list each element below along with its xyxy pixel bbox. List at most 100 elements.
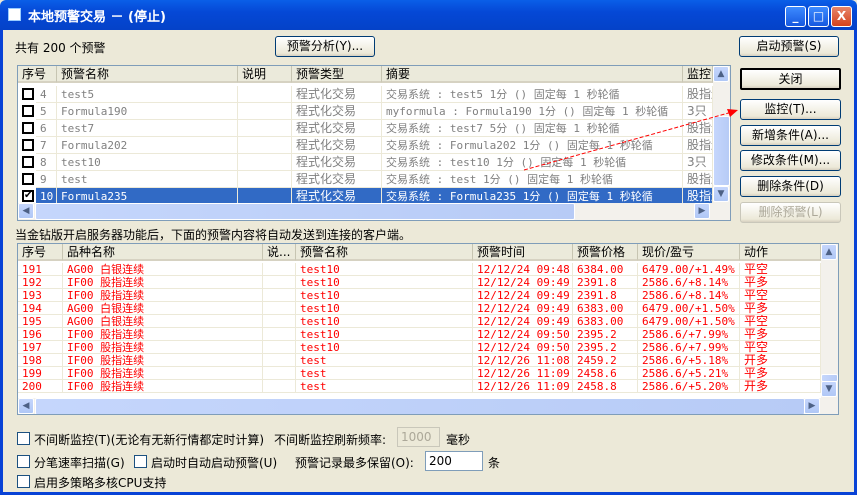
record-cell bbox=[263, 367, 296, 380]
record-cell: IF00 股指连续 bbox=[63, 328, 263, 341]
record-cell: 191 bbox=[18, 263, 63, 276]
tick-scan-label: 分笔速率扫描(G) bbox=[34, 456, 125, 470]
record-cell: IF00 股指连续 bbox=[63, 276, 263, 289]
record-cell: 平多 bbox=[740, 328, 821, 341]
record-row[interactable]: 200 IF00 股指连续 test 12/12/26 11:09 2458.8 2586… bbox=[18, 380, 821, 393]
record-cell: 6383.00 bbox=[573, 315, 638, 328]
column-header[interactable]: 预警时间 bbox=[473, 244, 573, 261]
scroll-right-icon[interactable]: ▶ bbox=[804, 398, 820, 414]
column-header[interactable]: 说... bbox=[263, 244, 296, 261]
record-cell: test10 bbox=[296, 289, 473, 302]
record-cell: 平空 bbox=[740, 341, 821, 354]
record-cell: 12/12/26 11:09 bbox=[473, 380, 573, 393]
record-cell: AG00 白银连续 bbox=[63, 263, 263, 276]
column-header[interactable]: 预警名称 bbox=[296, 244, 473, 261]
record-row[interactable]: 198 IF00 股指连续 test 12/12/26 11:08 2459.2 2586… bbox=[18, 354, 821, 367]
record-cell: 平多 bbox=[740, 302, 821, 315]
auto-start-checkbox[interactable] bbox=[134, 455, 147, 468]
record-cell: 6384.00 bbox=[573, 263, 638, 276]
record-cell: 196 bbox=[18, 328, 63, 341]
continuous-monitor-label: 不间断监控(T)(无论有无新行情都定时计算) bbox=[34, 433, 265, 447]
record-cell: 12/12/24 09:49 bbox=[473, 315, 573, 328]
record-cell: 2586.6/+5.20% bbox=[638, 380, 740, 393]
record-row[interactable]: 194 AG00 白银连续 test10 12/12/24 09:49 6383.00 6… bbox=[18, 302, 821, 315]
multicore-checkbox[interactable] bbox=[17, 475, 30, 488]
record-row[interactable]: 199 IF00 股指连续 test 12/12/26 11:09 2458.6 2586… bbox=[18, 367, 821, 380]
server-note: 当金钻版开启服务器功能后，下面的预警内容将自动发送到连接的客户端。 bbox=[15, 228, 412, 242]
record-cell bbox=[263, 302, 296, 315]
record-cell: test10 bbox=[296, 315, 473, 328]
record-cell: 12/12/24 09:50 bbox=[473, 341, 573, 354]
auto-start-label: 启动时自动启动预警(U) bbox=[151, 456, 278, 470]
record-cell: 2395.2 bbox=[573, 328, 638, 341]
keep-records-unit: 条 bbox=[488, 456, 501, 470]
refresh-unit: 毫秒 bbox=[446, 433, 471, 447]
record-cell: test10 bbox=[296, 263, 473, 276]
record-cell: IF00 股指连续 bbox=[63, 380, 263, 393]
record-cell: 2458.8 bbox=[573, 380, 638, 393]
record-cell: AG00 白银连续 bbox=[63, 315, 263, 328]
scroll-down-icon[interactable]: ▼ bbox=[821, 381, 837, 397]
record-cell: 6479.00/+1.49% bbox=[638, 263, 740, 276]
refresh-rate-input: 1000 bbox=[397, 427, 440, 447]
record-row[interactable]: 191 AG00 白银连续 test10 12/12/24 09:48 6384.00 6… bbox=[18, 263, 821, 276]
column-header[interactable]: 序号 bbox=[18, 244, 63, 261]
record-cell: 2586.6/+7.99% bbox=[638, 341, 740, 354]
column-header[interactable]: 动作 bbox=[740, 244, 821, 261]
record-cell: 2586.6/+8.14% bbox=[638, 276, 740, 289]
record-cell bbox=[263, 380, 296, 393]
scroll-up-icon[interactable]: ▲ bbox=[821, 244, 837, 260]
record-cell: 平空 bbox=[740, 263, 821, 276]
record-row[interactable]: 196 IF00 股指连续 test10 12/12/24 09:50 2395.2 25… bbox=[18, 328, 821, 341]
keep-records-input[interactable]: 200 bbox=[425, 451, 483, 471]
record-cell bbox=[263, 328, 296, 341]
record-cell: test bbox=[296, 354, 473, 367]
keep-records-label: 预警记录最多保留(O): bbox=[295, 456, 414, 470]
record-cell: 194 bbox=[18, 302, 63, 315]
hscroll-thumb[interactable] bbox=[35, 398, 805, 414]
record-cell bbox=[263, 341, 296, 354]
record-cell bbox=[263, 276, 296, 289]
record-row[interactable]: 195 AG00 白银连续 test10 12/12/24 09:49 6383.00 6… bbox=[18, 315, 821, 328]
record-cell: 2458.6 bbox=[573, 367, 638, 380]
record-cell: 平多 bbox=[740, 276, 821, 289]
continuous-monitor-checkbox[interactable] bbox=[17, 432, 30, 445]
record-cell: AG00 白银连续 bbox=[63, 302, 263, 315]
record-cell: 平空 bbox=[740, 315, 821, 328]
record-cell: test bbox=[296, 380, 473, 393]
record-cell: test10 bbox=[296, 328, 473, 341]
scroll-left-icon[interactable]: ◀ bbox=[18, 398, 34, 414]
record-cell: 197 bbox=[18, 341, 63, 354]
records-hscrollbar[interactable]: ◀ ▶ bbox=[18, 398, 838, 414]
record-cell: 193 bbox=[18, 289, 63, 302]
record-cell: test10 bbox=[296, 302, 473, 315]
record-cell: IF00 股指连续 bbox=[63, 354, 263, 367]
record-row[interactable]: 197 IF00 股指连续 test10 12/12/24 09:50 2395.2 25… bbox=[18, 341, 821, 354]
record-cell: 开多 bbox=[740, 380, 821, 393]
record-cell: 2459.2 bbox=[573, 354, 638, 367]
record-row[interactable]: 193 IF00 股指连续 test10 12/12/24 09:49 2391.8 25… bbox=[18, 289, 821, 302]
record-cell: IF00 股指连续 bbox=[63, 289, 263, 302]
records-vscrollbar[interactable]: ▲ ▼ bbox=[821, 244, 838, 398]
refresh-rate-label: 不间断监控刷新频率: bbox=[274, 433, 387, 447]
column-header[interactable]: 现价/盈亏 bbox=[638, 244, 740, 261]
record-cell: IF00 股指连续 bbox=[63, 367, 263, 380]
column-header[interactable]: 预警价格 bbox=[573, 244, 638, 261]
record-cell: 平空 bbox=[740, 289, 821, 302]
record-cell: 200 bbox=[18, 380, 63, 393]
record-row[interactable]: 192 IF00 股指连续 test10 12/12/24 09:49 2391.8 25… bbox=[18, 276, 821, 289]
column-header[interactable]: 品种名称 bbox=[63, 244, 263, 261]
record-cell: test bbox=[296, 367, 473, 380]
record-cell: 12/12/24 09:50 bbox=[473, 328, 573, 341]
record-cell: 6479.00/+1.50% bbox=[638, 302, 740, 315]
record-cell: 12/12/26 11:09 bbox=[473, 367, 573, 380]
record-cell bbox=[263, 354, 296, 367]
record-cell: 6383.00 bbox=[573, 302, 638, 315]
record-cell: 12/12/24 09:49 bbox=[473, 276, 573, 289]
tick-scan-checkbox[interactable] bbox=[17, 455, 30, 468]
record-cell: test10 bbox=[296, 276, 473, 289]
record-cell: IF00 股指连续 bbox=[63, 341, 263, 354]
record-cell bbox=[263, 289, 296, 302]
record-cell: 198 bbox=[18, 354, 63, 367]
record-cell: 2586.6/+8.14% bbox=[638, 289, 740, 302]
